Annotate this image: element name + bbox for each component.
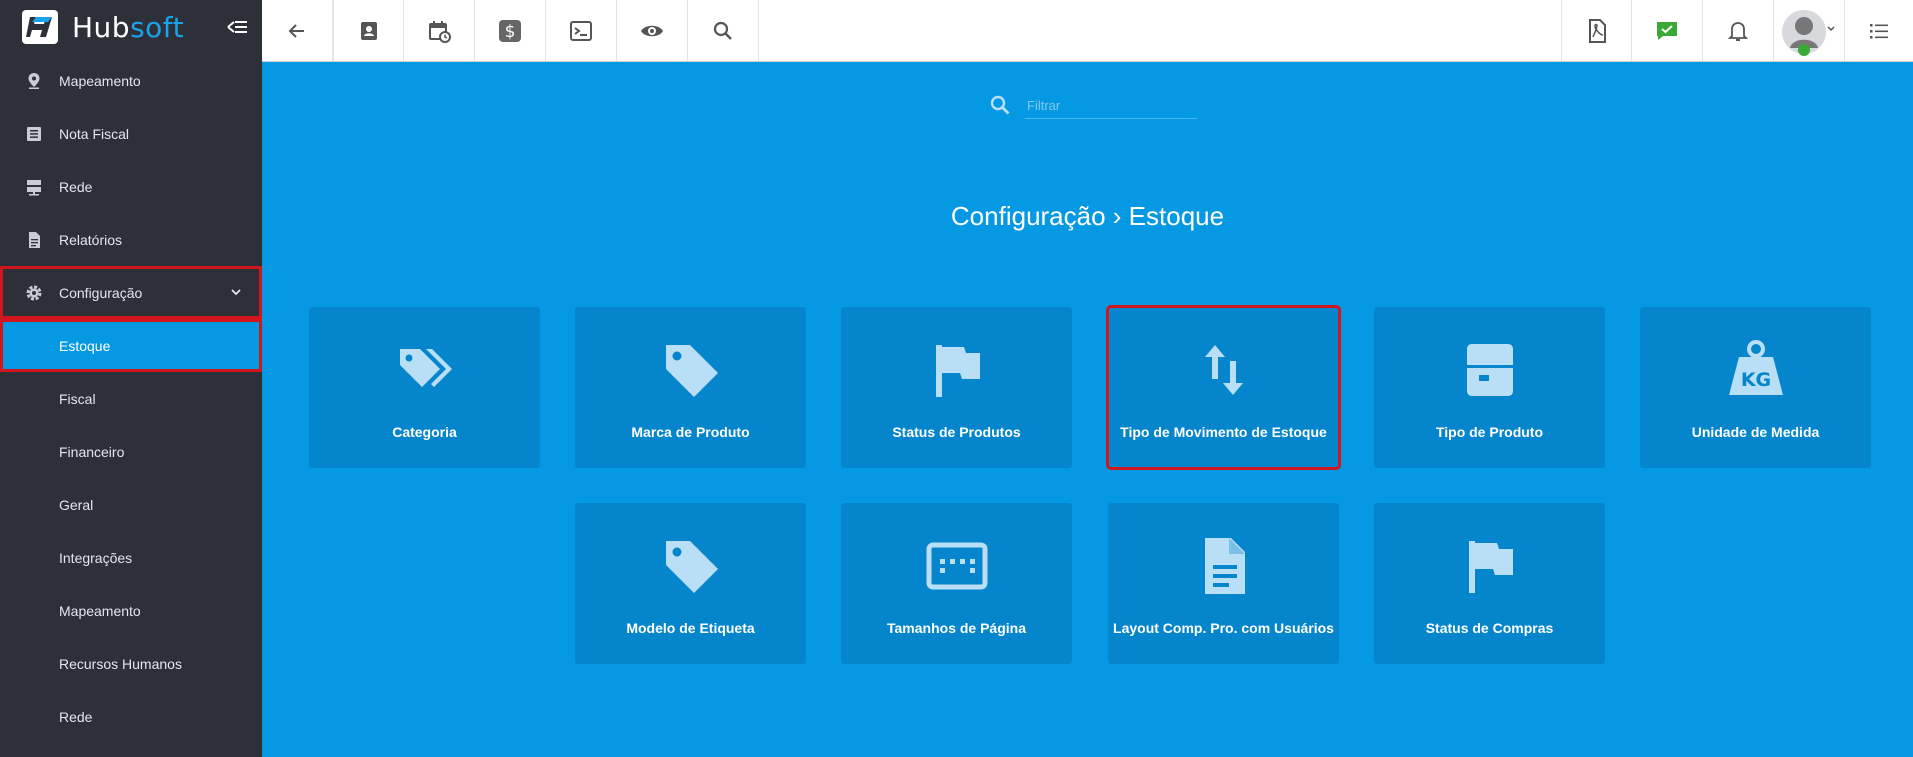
sidebar-subitem-geral[interactable]: Geral [0, 478, 262, 531]
main-content: Configuração › Estoque Categoria Marca d… [262, 62, 1913, 757]
sidebar-item-label: Mapeamento [59, 72, 141, 89]
sidebar-subitem-label: Integrações [59, 549, 133, 566]
weight-kg-text: KG [1741, 369, 1771, 391]
page-title: Configuração › Estoque [950, 201, 1225, 231]
sidebar-subitem-label: Rede [59, 708, 93, 725]
network-icon [27, 179, 41, 195]
report-icon [29, 231, 40, 248]
card-label: Tamanhos de Página [887, 620, 1026, 636]
sidebar-subitem-integracoes[interactable]: Integrações [0, 531, 262, 584]
sidebar-subitem-mapeamento[interactable]: Mapeamento [0, 584, 262, 637]
search-button[interactable] [688, 0, 759, 61]
sidebar-item-label: Configuração [59, 284, 143, 301]
card-label: Modelo de Etiqueta [626, 620, 755, 636]
card-tipo-de-produto[interactable]: Tipo de Produto [1374, 307, 1605, 468]
logo-text: Hubsoft [72, 10, 185, 44]
card-modelo-de-etiqueta[interactable]: Modelo de Etiqueta [575, 503, 806, 664]
eye-icon [641, 25, 663, 36]
tags-icon [400, 349, 452, 387]
sidebar-subitem-label: Geral [59, 496, 94, 513]
collapse-menu-icon[interactable] [226, 16, 248, 38]
sidebar-item-label: Nota Fiscal [59, 125, 130, 142]
calendar-clock-icon [429, 20, 451, 43]
sidebar-item-configuracao[interactable]: Configuração [0, 266, 262, 319]
card-label: Unidade de Medida [1691, 424, 1820, 440]
sidebar-item-label: Rede [59, 178, 93, 195]
avatar [1782, 9, 1835, 56]
logo[interactable]: Hubsoft [0, 0, 262, 54]
bell-icon [1727, 21, 1749, 41]
sidebar-subitem-label: Recursos Humanos [59, 655, 182, 672]
card-label: Tipo de Movimento de Estoque [1120, 424, 1327, 440]
sidebar-subitem-rede[interactable]: Rede [0, 690, 262, 743]
tag-icon [666, 541, 718, 593]
finance-button[interactable]: $ [475, 0, 546, 61]
sidebar-item-nota-fiscal[interactable]: Nota Fiscal [0, 107, 262, 160]
messages-button[interactable] [1632, 0, 1703, 61]
contacts-button[interactable] [333, 0, 404, 61]
view-button[interactable] [617, 0, 688, 61]
back-button[interactable] [262, 0, 333, 61]
terminal-icon [570, 20, 592, 41]
sidebar-subitem-label: Financeiro [59, 443, 125, 460]
card-marca-de-produto[interactable]: Marca de Produto [575, 307, 806, 468]
contact-card-icon [360, 21, 377, 40]
hubsoft-logo-icon [22, 10, 58, 44]
svg-text:$: $ [505, 22, 516, 42]
sidebar-subitem-fiscal[interactable]: Fiscal [0, 372, 262, 425]
chevron-down-icon [231, 289, 241, 296]
card-status-de-compras[interactable]: Status de Compras [1374, 503, 1605, 664]
tag-icon [666, 345, 718, 397]
card-categoria[interactable]: Categoria [309, 307, 540, 468]
card-label: Marca de Produto [631, 424, 750, 440]
notifications-button[interactable] [1703, 0, 1774, 61]
top-toolbar: $ [262, 0, 1913, 62]
card-tipo-de-movimento-de-estoque[interactable]: Tipo de Movimento de Estoque [1106, 305, 1341, 470]
gear-icon [26, 285, 42, 300]
search-icon [990, 95, 1010, 115]
filter-bar [989, 90, 1199, 120]
sidebar-subitem-label: Fiscal [59, 390, 96, 407]
sidebar: Hubsoft Mapeamento Nota Fiscal Rede Rela… [0, 0, 262, 757]
terminal-button[interactable] [546, 0, 617, 61]
sidebar-item-label: Relatórios [59, 231, 123, 248]
sidebar-subitem-label: Mapeamento [59, 602, 141, 619]
dollar-icon: $ [499, 19, 521, 42]
map-pin-icon [28, 72, 40, 89]
page-size-icon [926, 542, 988, 590]
box-icon [1467, 344, 1513, 396]
user-menu-button[interactable] [1774, 0, 1845, 61]
flag-icon [936, 345, 980, 397]
pdf-button[interactable] [1561, 0, 1632, 61]
card-label: Categoria [392, 424, 457, 440]
card-status-de-produtos[interactable]: Status de Produtos [841, 307, 1072, 468]
chat-check-icon [1657, 21, 1677, 40]
sidebar-item-rede[interactable]: Rede [0, 160, 262, 213]
list-menu-icon [1870, 23, 1888, 38]
sidebar-item-relatorios[interactable]: Relatórios [0, 213, 262, 266]
back-arrow-icon [288, 23, 304, 38]
card-label: Status de Produtos [892, 424, 1021, 440]
filter-input[interactable] [1025, 92, 1197, 119]
card-label: Status de Compras [1425, 620, 1554, 636]
document-list-icon [27, 126, 41, 141]
sidebar-item-mapeamento[interactable]: Mapeamento [0, 54, 262, 107]
flag-icon [1469, 541, 1513, 593]
swap-vertical-icon [1205, 345, 1243, 395]
pdf-icon [1588, 18, 1606, 43]
card-layout-comp-pro-com-usuarios[interactable]: Layout Comp. Pro. com Usuários [1108, 503, 1339, 664]
card-unidade-de-medida[interactable]: KG Unidade de Medida [1640, 307, 1871, 468]
card-tamanhos-de-pagina[interactable]: Tamanhos de Página [841, 503, 1072, 664]
list-menu-button[interactable] [1845, 0, 1913, 61]
sidebar-subitem-estoque[interactable]: Estoque [0, 319, 262, 372]
card-label: Layout Comp. Pro. com Usuários [1113, 620, 1334, 636]
search-icon [713, 21, 732, 40]
sidebar-subitem-recursos-humanos[interactable]: Recursos Humanos [0, 637, 262, 690]
document-icon [1205, 538, 1245, 594]
sidebar-subitem-label: Estoque [59, 337, 111, 354]
card-label: Tipo de Produto [1435, 424, 1544, 440]
schedule-button[interactable] [404, 0, 475, 61]
sidebar-subitem-financeiro[interactable]: Financeiro [0, 425, 262, 478]
weight-kg-icon: KG [1729, 340, 1783, 395]
